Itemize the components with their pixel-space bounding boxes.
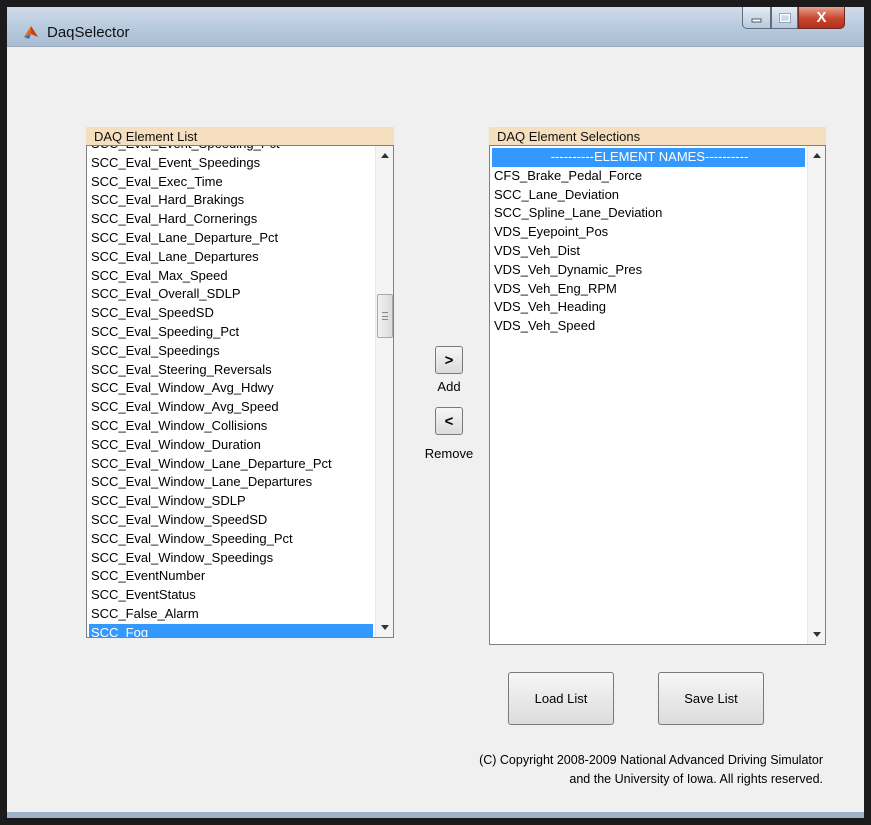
list-item[interactable]: SCC_Eval_Window_Collisions bbox=[89, 417, 373, 436]
minimize-button[interactable] bbox=[742, 7, 771, 29]
list-item[interactable]: VDS_Veh_Dist bbox=[492, 242, 805, 261]
copyright-line-1: (C) Copyright 2008-2009 National Advance… bbox=[479, 753, 823, 767]
daq-element-list-scrollbar[interactable] bbox=[375, 146, 393, 637]
list-item[interactable]: SCC_Eval_Window_Duration bbox=[89, 436, 373, 455]
list-item[interactable]: SCC_Eval_Event_Speeding_Pct bbox=[89, 146, 373, 154]
list-item[interactable]: SCC_Eval_Window_SpeedSD bbox=[89, 511, 373, 530]
list-item[interactable]: VDS_Veh_Dynamic_Pres bbox=[492, 261, 805, 280]
matlab-icon bbox=[24, 26, 38, 39]
list-item[interactable]: SCC_False_Alarm bbox=[89, 605, 373, 624]
maximize-button[interactable] bbox=[771, 7, 798, 29]
list-item[interactable]: SCC_Eval_Overall_SDLP bbox=[89, 285, 373, 304]
list-item[interactable]: ----------ELEMENT NAMES---------- bbox=[492, 148, 805, 167]
daqselector-window: DaqSelector X DAQ Element List SCC_Eval_… bbox=[0, 0, 871, 825]
add-button[interactable]: > bbox=[435, 346, 463, 374]
copyright-notice: (C) Copyright 2008-2009 National Advance… bbox=[387, 751, 823, 789]
client-area: DAQ Element List SCC_Eval_Event_Speeding… bbox=[7, 46, 864, 812]
scroll-up-icon[interactable] bbox=[381, 153, 389, 158]
list-item[interactable]: SCC_Eval_Window_Lane_Departure_Pct bbox=[89, 455, 373, 474]
list-item[interactable]: SCC_Eval_Window_Lane_Departures bbox=[89, 473, 373, 492]
list-item[interactable]: SCC_Eval_Max_Speed bbox=[89, 267, 373, 286]
add-label: Add bbox=[437, 379, 461, 394]
list-item[interactable]: SCC_Eval_Lane_Departures bbox=[89, 248, 373, 267]
list-item[interactable]: VDS_Veh_Speed bbox=[492, 317, 805, 336]
scroll-down-icon[interactable] bbox=[813, 632, 821, 637]
list-item[interactable]: SCC_EventNumber bbox=[89, 567, 373, 586]
daq-element-list-title: DAQ Element List bbox=[86, 127, 394, 145]
list-item[interactable]: SCC_Eval_Exec_Time bbox=[89, 173, 373, 192]
list-item[interactable]: SCC_Fog bbox=[89, 623, 373, 637]
scroll-up-icon[interactable] bbox=[813, 153, 821, 158]
list-item[interactable]: VDS_Eyepoint_Pos bbox=[492, 223, 805, 242]
minimize-icon bbox=[751, 18, 761, 22]
list-item[interactable]: SCC_Eval_SpeedSD bbox=[89, 304, 373, 323]
scroll-thumb[interactable] bbox=[377, 294, 393, 338]
list-item[interactable]: SCC_Eval_Steering_Reversals bbox=[89, 361, 373, 380]
copyright-line-2: and the University of Iowa. All rights r… bbox=[569, 772, 823, 786]
scroll-down-icon[interactable] bbox=[381, 625, 389, 630]
list-item[interactable]: SCC_Eval_Lane_Departure_Pct bbox=[89, 229, 373, 248]
list-item[interactable]: VDS_Veh_Eng_RPM bbox=[492, 280, 805, 299]
close-icon: X bbox=[816, 9, 827, 26]
grip-icon bbox=[382, 312, 388, 320]
daq-element-list[interactable]: SCC_Eval_Event_Speeding_PctSCC_Eval_Even… bbox=[86, 145, 394, 638]
remove-button[interactable]: < bbox=[435, 407, 463, 435]
daq-element-selections-scrollbar[interactable] bbox=[807, 146, 825, 644]
close-button[interactable]: X bbox=[798, 7, 845, 29]
daq-element-selections-items: ----------ELEMENT NAMES---------- CFS_Bra… bbox=[492, 148, 805, 336]
list-item[interactable]: SCC_Eval_Hard_Cornerings bbox=[89, 210, 373, 229]
list-item[interactable]: SCC_Spline_Lane_Deviation bbox=[492, 204, 805, 223]
list-item[interactable]: SCC_Eval_Window_Speeding_Pct bbox=[89, 530, 373, 549]
load-list-button[interactable]: Load List bbox=[508, 672, 614, 725]
list-item[interactable]: VDS_Veh_Heading bbox=[492, 298, 805, 317]
title-bar[interactable]: DaqSelector X bbox=[7, 7, 864, 46]
list-item[interactable]: SCC_Eval_Window_Speedings bbox=[89, 549, 373, 568]
list-item[interactable]: SCC_Eval_Window_SDLP bbox=[89, 492, 373, 511]
remove-label: Remove bbox=[424, 446, 474, 461]
list-item[interactable]: CFS_Brake_Pedal_Force bbox=[492, 167, 805, 186]
list-item[interactable]: SCC_Eval_Hard_Brakings bbox=[89, 191, 373, 210]
window-title: DaqSelector bbox=[47, 24, 130, 41]
list-item[interactable]: SCC_Eval_Speeding_Pct bbox=[89, 323, 373, 342]
list-item[interactable]: SCC_Eval_Event_Speedings bbox=[89, 154, 373, 173]
maximize-icon bbox=[778, 12, 791, 23]
save-list-button[interactable]: Save List bbox=[658, 672, 764, 725]
daq-element-selections-list[interactable]: ----------ELEMENT NAMES---------- CFS_Bra… bbox=[489, 145, 826, 645]
list-item[interactable]: SCC_Eval_Window_Avg_Speed bbox=[89, 398, 373, 417]
list-item[interactable]: SCC_Eval_Window_Avg_Hdwy bbox=[89, 379, 373, 398]
daq-element-selections-title: DAQ Element Selections bbox=[489, 127, 826, 145]
list-item[interactable]: SCC_EventStatus bbox=[89, 586, 373, 605]
daq-element-list-items: SCC_Eval_Event_Speeding_PctSCC_Eval_Even… bbox=[89, 146, 373, 637]
list-item[interactable]: SCC_Eval_Speedings bbox=[89, 342, 373, 361]
list-item[interactable]: SCC_Lane_Deviation bbox=[492, 186, 805, 205]
